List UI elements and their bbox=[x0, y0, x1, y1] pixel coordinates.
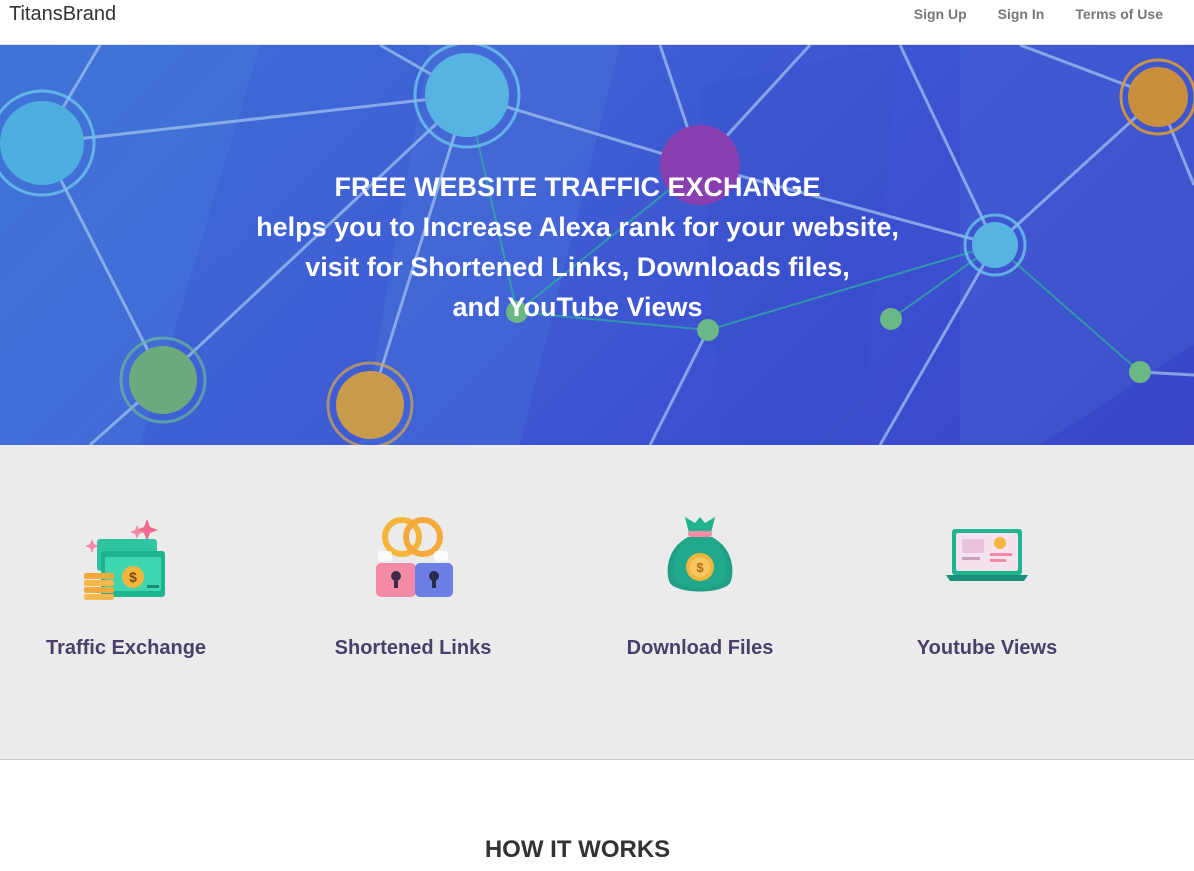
feature-shortened-links[interactable]: Shortened Links bbox=[293, 511, 533, 660]
money-bag-icon: $ bbox=[667, 517, 733, 592]
nav-sign-in-link[interactable]: Sign In bbox=[998, 6, 1045, 22]
feature-label-youtube-views[interactable]: Youtube Views bbox=[867, 637, 1107, 660]
money-stack-icon: $ bbox=[84, 519, 165, 600]
feature-youtube-views[interactable]: Youtube Views bbox=[867, 511, 1107, 660]
feature-label-traffic-exchange[interactable]: Traffic Exchange bbox=[6, 637, 246, 660]
feature-download-files[interactable]: $ Download Files bbox=[580, 511, 820, 660]
svg-text:$: $ bbox=[129, 569, 137, 585]
hero-headline: FREE WEBSITE TRAFFIC EXCHANGE helps you … bbox=[0, 167, 1155, 327]
laptop-icon bbox=[946, 529, 1028, 581]
feature-label-download-files[interactable]: Download Files bbox=[580, 637, 820, 660]
locked-links-icon bbox=[376, 517, 453, 597]
nav-sign-up-link[interactable]: Sign Up bbox=[914, 6, 967, 22]
nav-terms-link[interactable]: Terms of Use bbox=[1075, 6, 1163, 22]
hero-line-3: and YouTube Views bbox=[452, 292, 703, 322]
features-section: $ Traffic Exchange Shortened Links $ Dow… bbox=[0, 445, 1194, 760]
feature-traffic-exchange[interactable]: $ Traffic Exchange bbox=[6, 511, 246, 660]
hero-line-title: FREE WEBSITE TRAFFIC EXCHANGE bbox=[334, 172, 821, 202]
hero-line-2: visit for Shortened Links, Downloads fil… bbox=[305, 252, 850, 282]
feature-label-shortened-links[interactable]: Shortened Links bbox=[293, 637, 533, 660]
hero-banner: FREE WEBSITE TRAFFIC EXCHANGE helps you … bbox=[0, 45, 1194, 445]
hero-line-1: helps you to Increase Alexa rank for you… bbox=[256, 212, 899, 242]
brand-logo[interactable]: TitansBrand bbox=[9, 3, 116, 26]
how-it-works-heading: HOW IT WORKS bbox=[484, 836, 671, 863]
navbar: TitansBrand Sign Up Sign In Terms of Use bbox=[0, 0, 1194, 45]
nav-links: Sign Up Sign In Terms of Use bbox=[883, 6, 1163, 22]
svg-text:$: $ bbox=[696, 560, 704, 575]
